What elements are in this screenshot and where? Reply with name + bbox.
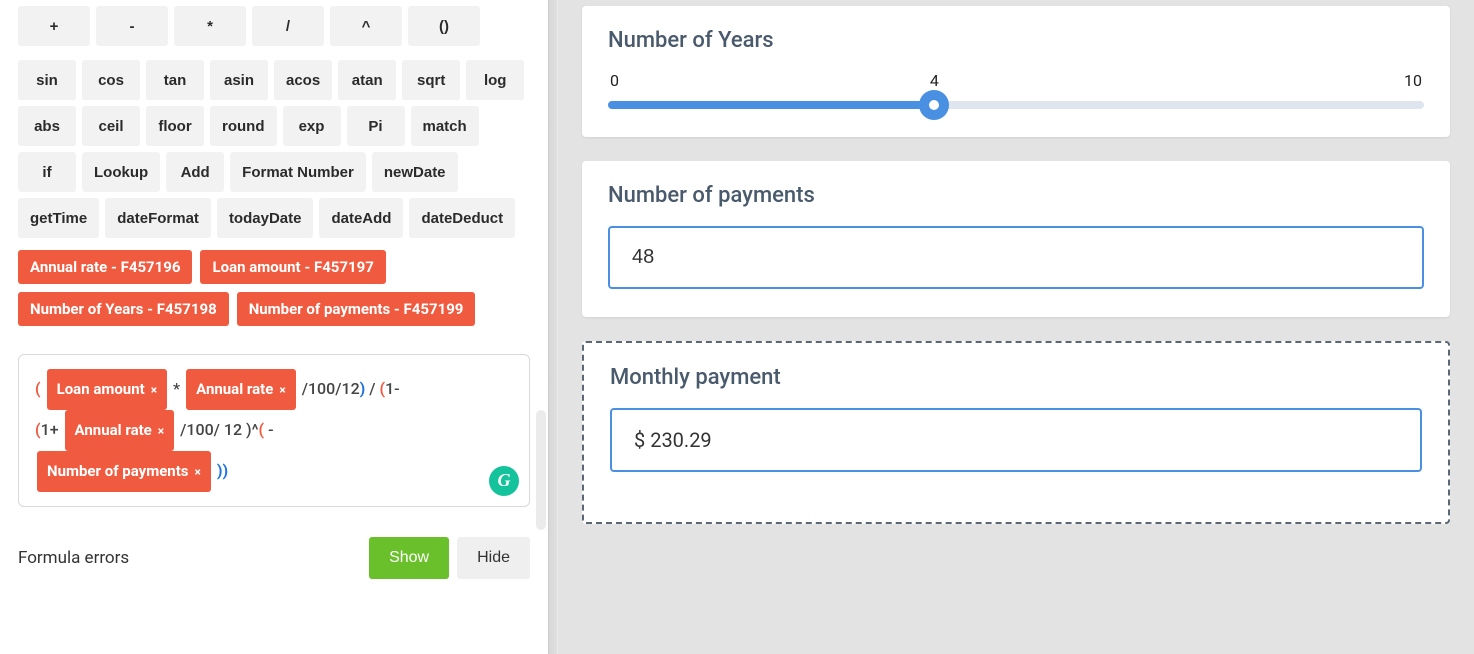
paren-close: )): [217, 461, 228, 480]
literal: *: [173, 379, 184, 398]
function-button[interactable]: match: [411, 106, 479, 146]
card-title: Number of payments: [608, 183, 1424, 208]
literal: /100/12: [302, 379, 360, 398]
token-label: Annual rate: [75, 414, 152, 447]
literal: 1-: [385, 379, 400, 398]
function-button[interactable]: todayDate: [217, 198, 314, 238]
function-button[interactable]: log: [466, 60, 524, 100]
formula-builder-panel: +-*/^() sincostanasinacosatansqrtlogabsc…: [0, 0, 548, 654]
literal: -: [264, 420, 273, 439]
function-button[interactable]: getTime: [18, 198, 99, 238]
operator-button[interactable]: -: [96, 6, 168, 46]
token-remove-icon[interactable]: ×: [158, 425, 164, 437]
card-number-of-payments: Number of payments: [582, 161, 1450, 317]
function-button[interactable]: newDate: [372, 152, 458, 192]
formula-editor[interactable]: ( Loan amount × * Annual rate × /100/12)…: [18, 354, 530, 507]
operator-button[interactable]: +: [18, 6, 90, 46]
literal: /: [369, 379, 379, 398]
function-button[interactable]: ceil: [82, 106, 140, 146]
operator-button[interactable]: (): [408, 6, 480, 46]
function-button[interactable]: sin: [18, 60, 76, 100]
card-number-of-years: Number of Years 0 4 10: [582, 6, 1450, 137]
panel-divider[interactable]: [548, 0, 558, 654]
field-chip-list: Annual rate - F457196Loan amount - F4571…: [18, 250, 530, 326]
token-number-of-payments[interactable]: Number of payments ×: [37, 451, 211, 492]
function-button[interactable]: Lookup: [82, 152, 160, 192]
slider-fill: [608, 101, 934, 109]
token-label: Annual rate: [196, 373, 273, 406]
card-title: Number of Years: [608, 28, 1424, 53]
function-button[interactable]: sqrt: [402, 60, 460, 100]
slider-labels: 0 4 10: [608, 71, 1424, 93]
field-chip[interactable]: Loan amount - F457197: [200, 250, 385, 284]
operator-button[interactable]: ^: [330, 6, 402, 46]
operator-button[interactable]: *: [174, 6, 246, 46]
card-monthly-payment[interactable]: Monthly payment $ 230.29: [582, 341, 1450, 524]
operator-row: +-*/^(): [18, 6, 530, 46]
function-row: sincostanasinacosatansqrtlog absceilfloor…: [18, 60, 530, 238]
token-remove-icon[interactable]: ×: [279, 384, 285, 396]
token-annual-rate[interactable]: Annual rate ×: [186, 369, 296, 410]
slider-min-label: 0: [610, 71, 619, 90]
slider-thumb[interactable]: [919, 90, 949, 120]
card-title: Monthly payment: [610, 365, 1422, 390]
number-of-payments-input[interactable]: [608, 226, 1424, 289]
field-chip[interactable]: Annual rate - F457196: [18, 250, 192, 284]
function-button[interactable]: if: [18, 152, 76, 192]
token-label: Loan amount: [57, 373, 145, 406]
token-label: Number of payments: [47, 455, 189, 488]
slider-max-label: 10: [1404, 71, 1422, 90]
function-button[interactable]: floor: [146, 106, 204, 146]
slider-value-label: 4: [930, 71, 939, 90]
hide-errors-button[interactable]: Hide: [457, 537, 530, 579]
operator-button[interactable]: /: [252, 6, 324, 46]
grammarly-icon[interactable]: G: [489, 466, 519, 496]
literal: /100/ 12 )^: [180, 420, 258, 439]
function-button[interactable]: exp: [283, 106, 341, 146]
function-button[interactable]: dateDeduct: [409, 198, 515, 238]
function-button[interactable]: tan: [146, 60, 204, 100]
field-chip[interactable]: Number of payments - F457199: [237, 292, 476, 326]
function-button[interactable]: acos: [274, 60, 332, 100]
function-button[interactable]: cos: [82, 60, 140, 100]
token-loan-amount[interactable]: Loan amount ×: [47, 369, 168, 410]
function-button[interactable]: dateAdd: [319, 198, 403, 238]
function-button[interactable]: abs: [18, 106, 76, 146]
formula-errors-row: Formula errors Show Hide: [18, 537, 530, 579]
formula-errors-label: Formula errors: [18, 548, 129, 568]
monthly-payment-output: $ 230.29: [610, 408, 1422, 472]
field-chip[interactable]: Number of Years - F457198: [18, 292, 229, 326]
token-remove-icon[interactable]: ×: [195, 466, 201, 478]
paren-close: ): [360, 379, 366, 398]
show-errors-button[interactable]: Show: [369, 537, 449, 579]
preview-panel: Number of Years 0 4 10 Number of payment…: [558, 0, 1474, 654]
function-button[interactable]: round: [210, 106, 277, 146]
function-button[interactable]: Pi: [347, 106, 405, 146]
paren-open: (: [35, 379, 45, 398]
years-slider[interactable]: [608, 101, 1424, 109]
token-remove-icon[interactable]: ×: [151, 384, 157, 396]
function-button[interactable]: atan: [338, 60, 396, 100]
literal: 1+: [41, 420, 63, 439]
scrollbar[interactable]: [536, 410, 546, 530]
token-annual-rate[interactable]: Annual rate ×: [65, 410, 175, 451]
function-button[interactable]: Add: [166, 152, 224, 192]
function-button[interactable]: Format Number: [230, 152, 366, 192]
function-button[interactable]: dateFormat: [105, 198, 211, 238]
function-button[interactable]: asin: [210, 60, 268, 100]
